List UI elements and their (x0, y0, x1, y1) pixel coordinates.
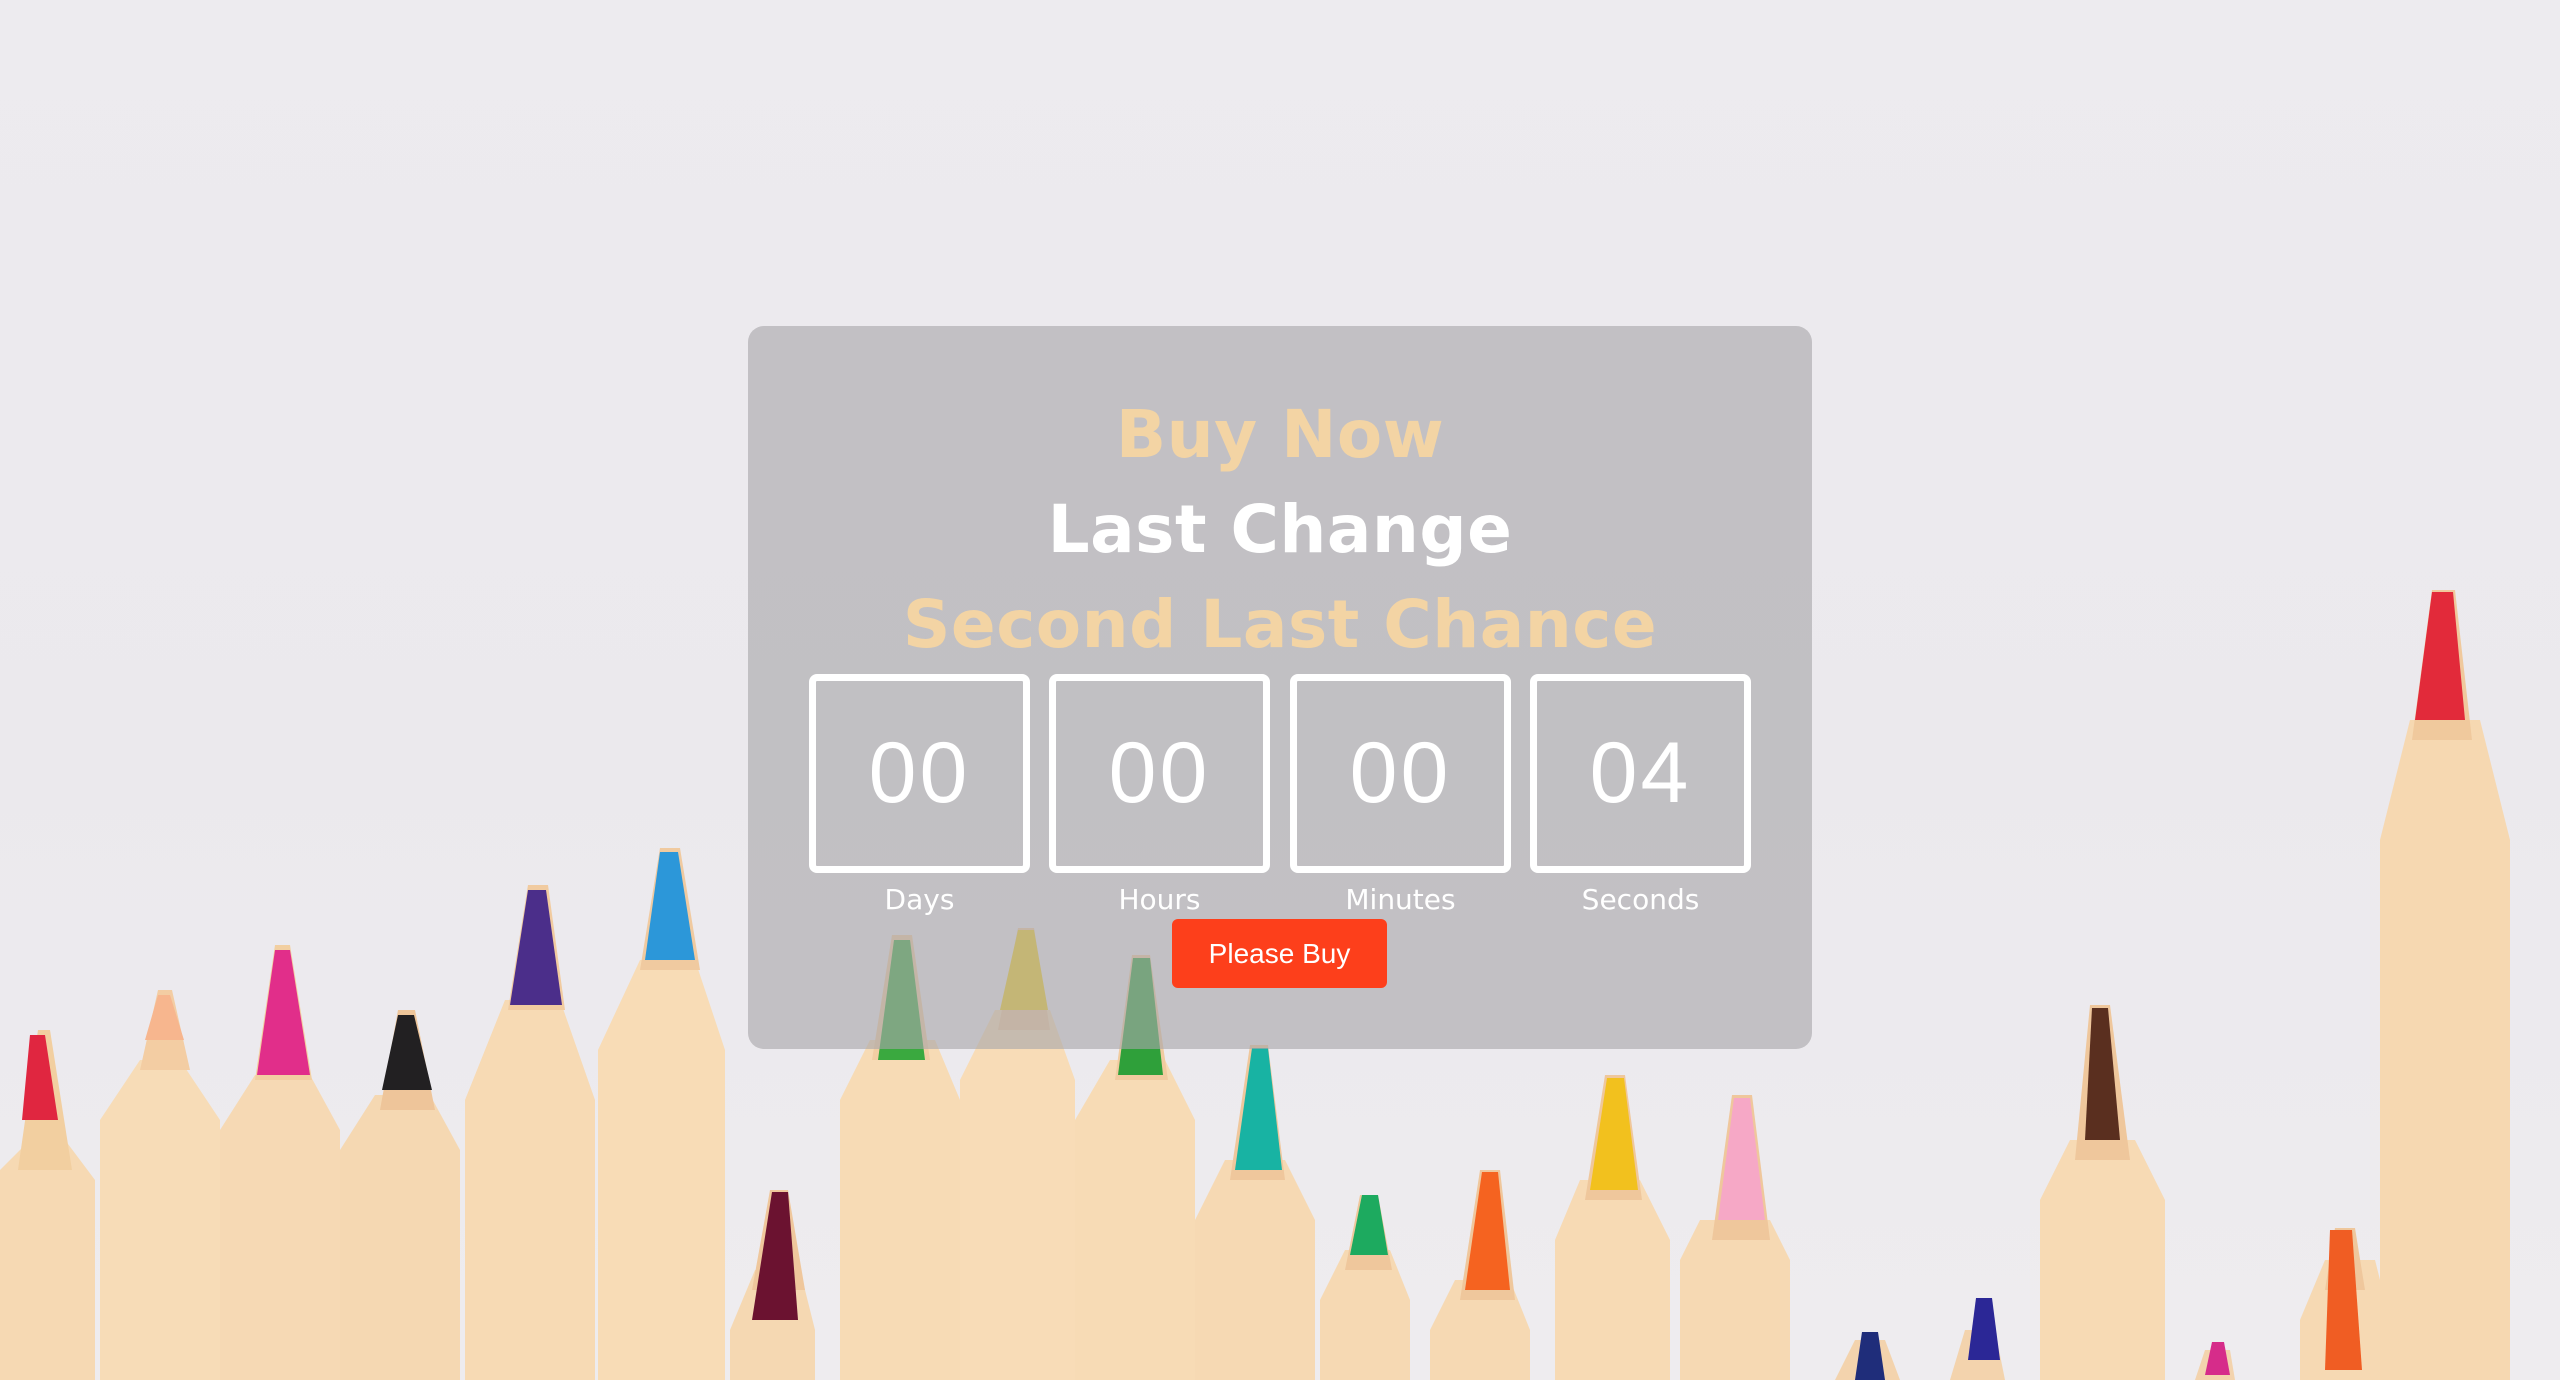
pencil-navy-1 (1835, 1332, 1900, 1380)
pencil-black (340, 1010, 460, 1380)
countdown-card: Buy Now Last Change Second Last Chance 0… (748, 326, 1812, 1049)
please-buy-button[interactable]: Please Buy (1172, 919, 1387, 988)
pencil-pink (220, 945, 340, 1380)
days-label: Days (884, 883, 955, 916)
days-value: 00 (809, 674, 1030, 873)
pencil-teal (1195, 1045, 1315, 1380)
headline-last-change: Last Change (1047, 491, 1513, 568)
headline-buy-now: Buy Now (1115, 396, 1445, 473)
countdown-timer: 00 Days 00 Hours 00 Minutes 04 Seconds (809, 674, 1751, 916)
seconds-value: 04 (1530, 674, 1751, 873)
pencil-blue (598, 848, 725, 1380)
pencil-brown (2040, 1005, 2165, 1380)
countdown-unit-hours: 00 Hours (1049, 674, 1270, 916)
pencil-peach (100, 990, 220, 1380)
seconds-label: Seconds (1581, 883, 1700, 916)
hours-value: 00 (1049, 674, 1270, 873)
minutes-label: Minutes (1345, 883, 1456, 916)
pencil-light-pink (1680, 1095, 1790, 1380)
pencil-orange-2 (2300, 1228, 2390, 1380)
pencil-red-tall (2380, 590, 2510, 1380)
pencil-maroon (730, 1190, 815, 1380)
minutes-value: 00 (1290, 674, 1511, 873)
hours-label: Hours (1118, 883, 1201, 916)
pencil-green-3 (1320, 1195, 1410, 1380)
pencil-magenta-small (2195, 1342, 2235, 1380)
pencil-red-left (0, 1030, 95, 1380)
headline-second-last-chance: Second Last Chance (902, 586, 1658, 663)
countdown-unit-minutes: 00 Minutes (1290, 674, 1511, 916)
countdown-unit-seconds: 04 Seconds (1530, 674, 1751, 916)
pencil-purple (465, 885, 595, 1380)
pencil-orange-1 (1430, 1170, 1530, 1380)
pencil-indigo (1950, 1298, 2005, 1380)
countdown-unit-days: 00 Days (809, 674, 1030, 916)
pencil-yellow-2 (1555, 1075, 1670, 1380)
